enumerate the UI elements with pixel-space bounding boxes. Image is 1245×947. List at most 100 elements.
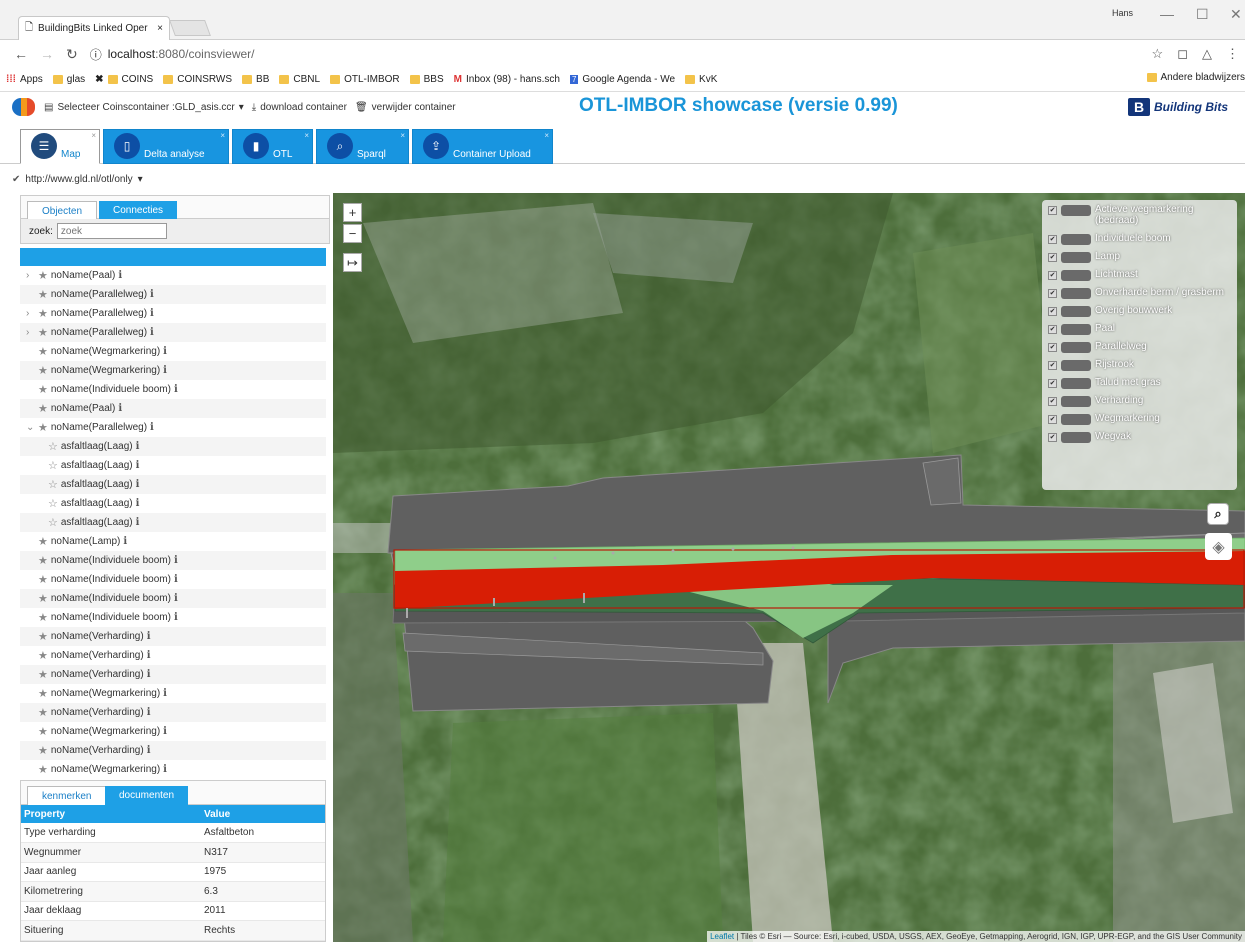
info-icon[interactable]: i	[174, 593, 178, 604]
tree-item[interactable]: ★ noName(Wegmarkering) i	[20, 684, 326, 703]
checkbox[interactable]: ✔	[1048, 253, 1057, 262]
map-view[interactable]: + − ↦ ✔ Actieve wegmarkering (bedraad) ✔ In…	[333, 193, 1245, 942]
checkbox[interactable]: ✔	[1048, 206, 1057, 215]
checkbox[interactable]: ✔	[1048, 379, 1057, 388]
tree-item[interactable]: ☆ asfaltlaag(Laag) i	[20, 456, 326, 475]
star-icon[interactable]: ☆	[1152, 46, 1164, 62]
legend-item[interactable]: ✔ Talud met gras	[1048, 377, 1161, 389]
checkbox[interactable]: ✔	[1048, 235, 1057, 244]
close-tab-icon[interactable]: ×	[157, 23, 163, 34]
tree-item[interactable]: › ★ noName(Parallelweg) i	[20, 304, 326, 323]
search-input[interactable]	[56, 223, 167, 239]
graph-selector[interactable]: ✔ http://www.gld.nl/otl/only ▾	[0, 165, 1245, 193]
tree-item[interactable]: ☆ asfaltlaag(Laag) i	[20, 475, 326, 494]
info-icon[interactable]: i	[118, 270, 122, 281]
legend-item[interactable]: ✔ Actieve wegmarkering (bedraad)	[1048, 204, 1205, 226]
legend-item[interactable]: ✔ Parallelweg	[1048, 341, 1147, 353]
leaflet-link[interactable]: Leaflet	[710, 932, 734, 941]
url-field[interactable]: ⓘ localhost:8080/coinsviewer/	[90, 46, 255, 63]
info-icon[interactable]: i	[163, 346, 167, 357]
tree-item[interactable]: ★ noName(Individuele boom) i	[20, 570, 326, 589]
info-icon[interactable]: i	[123, 536, 127, 547]
bookmark-coins[interactable]: ✖ COINS	[95, 74, 153, 85]
info-icon[interactable]: i	[163, 764, 167, 775]
bookmark-agenda[interactable]: 7 Google Agenda - We	[569, 74, 675, 85]
forward-icon[interactable]: →	[40, 46, 54, 62]
tree-item[interactable]: ☆ asfaltlaag(Laag) i	[20, 494, 326, 513]
tab-kenmerken[interactable]: kenmerken	[27, 786, 107, 805]
tab-connecties[interactable]: Connecties	[99, 201, 178, 220]
info-icon[interactable]: i	[136, 441, 140, 452]
checkbox[interactable]: ✔	[1048, 289, 1057, 298]
reload-icon[interactable]: ↻	[66, 46, 78, 63]
property-row[interactable]: Jaar deklaag 2011	[21, 901, 325, 921]
chevron-down-icon[interactable]: ⌄	[26, 422, 35, 433]
drive-icon[interactable]: △	[1202, 46, 1212, 62]
zoom-out-button[interactable]: −	[343, 224, 362, 243]
tree-item[interactable]: ★ noName(Individuele boom) i	[20, 589, 326, 608]
info-icon[interactable]: i	[136, 479, 140, 490]
chevron-right-icon[interactable]: ›	[26, 308, 35, 319]
tab-otl[interactable]: ▮ OTL ×	[232, 129, 313, 164]
zoom-extent-button[interactable]: ↦	[343, 253, 362, 272]
info-icon[interactable]: i	[147, 707, 151, 718]
info-icon[interactable]: i	[174, 574, 178, 585]
legend-item[interactable]: ✔ Wegvak	[1048, 431, 1131, 443]
info-icon[interactable]: i	[150, 422, 154, 433]
info-icon[interactable]: i	[136, 460, 140, 471]
tree-item[interactable]: ★ noName(Individuele boom) i	[20, 380, 326, 399]
info-icon[interactable]: i	[118, 403, 122, 414]
download-button[interactable]: ⤓ download container	[252, 102, 347, 113]
close-icon[interactable]: ×	[91, 131, 96, 140]
checkbox[interactable]: ✔	[1048, 361, 1057, 370]
checkbox[interactable]: ✔	[1048, 307, 1057, 316]
property-row[interactable]: Situering Rechts	[21, 920, 325, 941]
other-bookmarks[interactable]: Andere bladwijzers	[1142, 72, 1245, 83]
tree-item[interactable]: ☆ asfaltlaag(Laag) i	[20, 437, 326, 456]
checkbox[interactable]: ✔	[1048, 397, 1057, 406]
info-icon[interactable]: i	[174, 384, 178, 395]
property-row[interactable]: Kilometrering 6.3	[21, 881, 325, 902]
container-select[interactable]: ▤ Selecteer Coinscontainer :GLD_asis.ccr…	[44, 102, 244, 113]
tree-item[interactable]: ☆ asfaltlaag(Laag) i	[20, 513, 326, 532]
bookmark-bbs[interactable]: BBS	[409, 74, 444, 85]
legend-item[interactable]: ✔ Individuele boom	[1048, 233, 1171, 245]
minimize-icon[interactable]: —	[1160, 6, 1174, 22]
bookmark-inbox[interactable]: M Inbox (98) - hans.sch	[454, 74, 560, 85]
tree-item[interactable]: ★ noName(Wegmarkering) i	[20, 361, 326, 380]
map-search-button[interactable]: ⌕	[1207, 503, 1229, 525]
back-icon[interactable]: ←	[14, 46, 28, 62]
close-icon[interactable]: ×	[304, 131, 309, 140]
bookmark-coinsrws[interactable]: COINSRWS	[163, 74, 232, 85]
tree-item[interactable]: ★ noName(Wegmarkering) i	[20, 342, 326, 361]
tree-item[interactable]: ★ noName(Verharding) i	[20, 627, 326, 646]
legend-item[interactable]: ✔ Overig bouwwerk	[1048, 305, 1172, 317]
info-icon[interactable]: i	[147, 745, 151, 756]
legend-item[interactable]: ✔ Onverharde berm / grasberm	[1048, 287, 1224, 299]
tree-item[interactable]: ⌄ ★ noName(Parallelweg) i	[20, 418, 326, 437]
checkbox[interactable]: ✔	[1048, 433, 1057, 442]
checkbox[interactable]: ✔	[1048, 271, 1057, 280]
legend-item[interactable]: ✔ Rijstrook	[1048, 359, 1134, 371]
info-icon[interactable]: i	[136, 498, 140, 509]
selected-row[interactable]	[20, 248, 326, 266]
tree-item[interactable]: ★ noName(Individuele boom) i	[20, 608, 326, 627]
legend-item[interactable]: ✔ Lamp	[1048, 251, 1120, 263]
tree-item[interactable]: ★ noName(Paal) i	[20, 399, 326, 418]
info-icon[interactable]: i	[150, 308, 154, 319]
bookmark-kvk[interactable]: KvK	[685, 74, 717, 85]
checkbox[interactable]: ✔	[1048, 415, 1057, 424]
tree-item[interactable]: › ★ noName(Parallelweg) i	[20, 323, 326, 342]
tab-container-upload[interactable]: ⇪ Container Upload ×	[412, 129, 553, 164]
info-icon[interactable]: i	[150, 289, 154, 300]
menu-icon[interactable]: ⋮	[1226, 46, 1239, 62]
info-icon[interactable]: i	[174, 612, 178, 623]
legend-item[interactable]: ✔ Lichtmast	[1048, 269, 1138, 281]
tree-item[interactable]: ★ noName(Verharding) i	[20, 646, 326, 665]
maximize-icon[interactable]: ☐	[1196, 6, 1209, 23]
tree-item[interactable]: ★ noName(Individuele boom) i	[20, 551, 326, 570]
legend-item[interactable]: ✔ Paal	[1048, 323, 1115, 335]
tab-documenten[interactable]: documenten	[105, 786, 189, 805]
property-row[interactable]: Wegnummer N317	[21, 842, 325, 863]
checkbox[interactable]: ✔	[1048, 325, 1057, 334]
